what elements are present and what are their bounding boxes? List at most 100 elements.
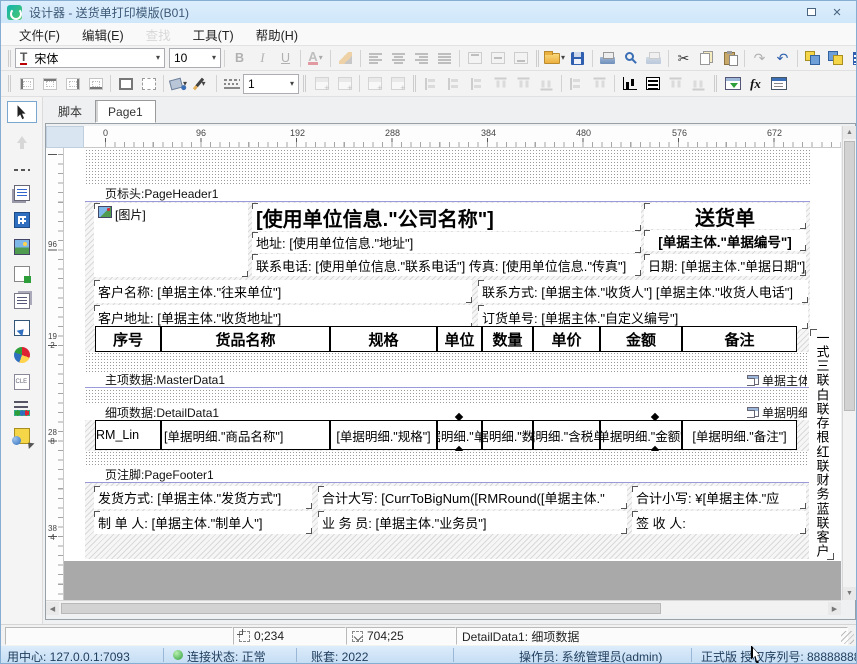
detail-cell-seq[interactable]: RM_Lin [95, 420, 161, 450]
scroll-down-button[interactable]: ▼ [843, 587, 856, 600]
toolbar-grip[interactable] [8, 50, 11, 67]
space-horizontal-button[interactable] [565, 73, 588, 94]
align-objects-right-button[interactable] [466, 73, 489, 94]
font-color-button[interactable]: A▾ [304, 48, 327, 69]
space-vertical-button[interactable] [588, 73, 611, 94]
table-header-price[interactable]: 单价 [533, 326, 600, 352]
open-button[interactable]: ▾ [543, 48, 566, 69]
italic-button[interactable]: I [251, 48, 274, 69]
maker-field[interactable]: 制 单 人: [单据主体."制单人"] [94, 511, 312, 534]
table-header-unit[interactable]: 单位 [437, 326, 482, 352]
salesman-field[interactable]: 业 务 员: [单据主体."业务员"] [318, 511, 627, 534]
barcode-object-button[interactable] [7, 398, 37, 420]
align-justify-button[interactable] [433, 48, 456, 69]
table-header-seq[interactable]: 序号 [95, 326, 161, 352]
copy-strip-field[interactable]: 一式三联 白联存根 红联财务 蓝联客户 [809, 328, 835, 561]
insert-column-button[interactable] [386, 73, 409, 94]
detail-cell-qty[interactable]: [单据明细."数量"] [482, 420, 533, 450]
scroll-left-button[interactable]: ◀ [46, 602, 59, 615]
band-detaildata-label[interactable]: 细项数据:DetailData1 单据明细 [85, 404, 810, 420]
align-objects-bottom-button[interactable] [535, 73, 558, 94]
tab-page1[interactable]: Page1 [95, 100, 156, 123]
valign-middle-button[interactable] [486, 48, 509, 69]
detail-cell-spec[interactable]: [单据明细."规格"] [330, 420, 437, 450]
date-field[interactable]: 日期: [单据主体."单据日期"] [644, 254, 806, 276]
doc-title-field[interactable]: 送货单 [644, 203, 806, 229]
border-bottom-button[interactable] [84, 73, 107, 94]
redo-button[interactable]: ↷ [748, 48, 771, 69]
line-color-button[interactable]: ▾ [190, 73, 213, 94]
align-center-button[interactable] [387, 48, 410, 69]
detail-cell-name[interactable]: [单据明细."商品名称"] [161, 420, 330, 450]
preview-button[interactable] [619, 48, 642, 69]
align-left-button[interactable] [364, 48, 387, 69]
detail-cell-amount[interactable]: [单据明细."金额"] [600, 420, 682, 450]
valign-bottom-button[interactable] [509, 48, 532, 69]
toolbar-grip[interactable] [8, 75, 11, 92]
picture-placeholder[interactable]: [图片] [94, 203, 248, 277]
total-caps-field[interactable]: 合计大写: [CurrToBigNum([RMRound([单据主体." [318, 486, 627, 509]
valign-top-button[interactable] [463, 48, 486, 69]
vertical-scrollbar[interactable]: ▲ ▼ [842, 126, 856, 600]
send-to-back-button[interactable] [824, 48, 847, 69]
tab-script[interactable]: 脚本 [45, 100, 95, 123]
menu-edit[interactable]: 编辑(E) [72, 23, 134, 46]
band-tool-button[interactable] [7, 155, 37, 177]
border-none-button[interactable] [137, 73, 160, 94]
line-style-button[interactable] [220, 73, 243, 94]
total-num-field[interactable]: 合计小写: ¥[单据主体."应 [632, 486, 806, 509]
table-header-spec[interactable]: 规格 [330, 326, 437, 352]
chart-object-button[interactable] [7, 344, 37, 366]
close-button[interactable]: × [824, 4, 850, 20]
script-fx-button[interactable]: fx [744, 73, 767, 94]
table-header-qty[interactable]: 数量 [482, 326, 533, 352]
data-list-button[interactable] [847, 48, 856, 69]
chevron-down-icon[interactable]: ▾ [290, 80, 294, 88]
border-right-button[interactable] [61, 73, 84, 94]
font-size-combo[interactable]: 10 ▾ [169, 48, 221, 68]
border-all-button[interactable] [114, 73, 137, 94]
bold-button[interactable]: B [228, 48, 251, 69]
menu-file[interactable]: 文件(F) [9, 23, 70, 46]
properties-button[interactable] [767, 73, 790, 94]
border-top-button[interactable] [38, 73, 61, 94]
company-name-field[interactable]: [使用单位信息."公司名称"] [252, 203, 641, 231]
table-header-remark[interactable]: 备注 [682, 326, 797, 352]
table-header-amount[interactable]: 金额 [600, 326, 682, 352]
print-button[interactable] [596, 48, 619, 69]
align-objects-middle-button[interactable] [512, 73, 535, 94]
richtext-object-button[interactable] [7, 290, 37, 312]
toolbar-grip[interactable] [714, 75, 717, 92]
align-right-button[interactable] [410, 48, 433, 69]
border-left-button[interactable] [15, 73, 38, 94]
horizontal-scrollbar[interactable]: ◀ ▶ [46, 600, 841, 615]
copy-button[interactable] [695, 48, 718, 69]
band-pagefooter-label[interactable]: 页注脚:PageFooter1 [85, 467, 810, 483]
detail-cell-price[interactable]: [单据明细."含税单价"] [533, 420, 600, 450]
report-page[interactable]: 页标头:PageHeader1 [图片] [使用单位信息."公司名称"] 送货单… [64, 148, 841, 600]
toolbar-grip[interactable] [303, 75, 306, 92]
delete-band-button[interactable] [333, 73, 356, 94]
same-height-button[interactable] [641, 73, 664, 94]
tel-fax-field[interactable]: 联系电话: [使用单位信息."联系电话"] 传真: [使用单位信息."传真"] [252, 254, 641, 276]
line-width-combo[interactable]: 1 ▾ [243, 74, 299, 94]
align-objects-top-button[interactable] [489, 73, 512, 94]
band-pageheader-label[interactable]: 页标头:PageHeader1 [85, 186, 810, 202]
receiver-field[interactable]: 签 收 人: [632, 511, 806, 534]
page-setup-button[interactable] [642, 48, 665, 69]
insert-band-button[interactable] [310, 73, 333, 94]
doc-no-field[interactable]: [单据主体."单据编号"] [644, 230, 806, 251]
same-width-button[interactable] [618, 73, 641, 94]
contact-field[interactable]: 联系方式: [单据主体."收货人"] [单据主体."收货人电话"] [478, 280, 808, 303]
underline-button[interactable]: U [274, 48, 297, 69]
cut-button[interactable]: ✂ [672, 48, 695, 69]
chevron-down-icon[interactable]: ▾ [212, 54, 216, 62]
menu-help[interactable]: 帮助(H) [246, 23, 308, 46]
subreport-object-button[interactable] [7, 317, 37, 339]
customer-name-field[interactable]: 客户名称: [单据主体."往来单位"] [94, 280, 472, 303]
highlight-button[interactable] [334, 48, 357, 69]
detail-cell-remark[interactable]: [单据明细."备注"] [682, 420, 797, 450]
font-name-combo[interactable]: T 宋体 ▾ [15, 48, 165, 68]
scroll-right-button[interactable]: ▶ [828, 602, 841, 615]
save-button[interactable] [566, 48, 589, 69]
